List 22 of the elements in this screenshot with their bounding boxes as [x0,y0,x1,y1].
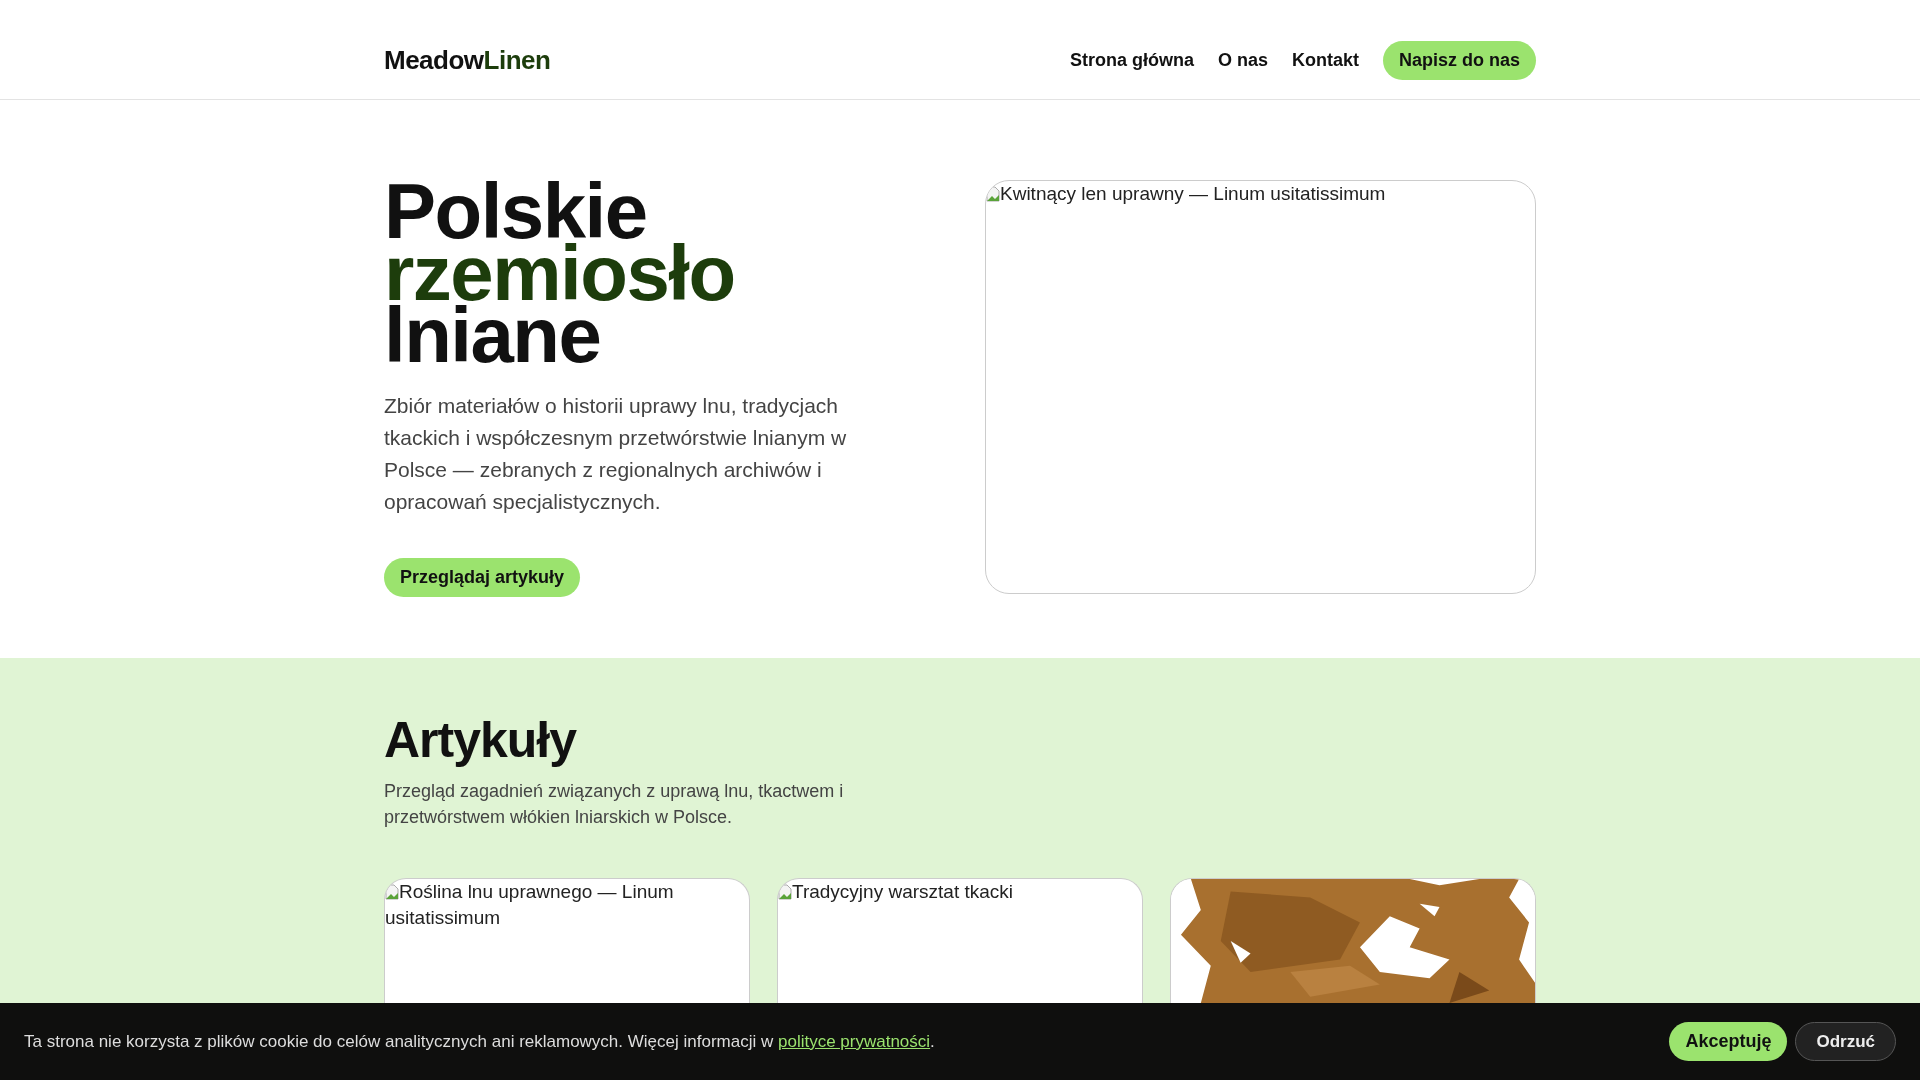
nav-link[interactable]: O nas [1217,47,1268,74]
nav-link[interactable]: Strona główna [1069,47,1194,74]
broken-image-icon [385,884,399,900]
broken-image-icon [986,186,1000,202]
image-alt-text: Roślina lnu uprawnego — Linum usitatissimum [385,880,675,930]
image-alt-text: Kwitnący len uprawny — Linum usitatissimum [986,181,1535,207]
reject-button[interactable]: Odrzuć [1795,1021,1896,1062]
logo[interactable]: MeadowLinen [384,41,551,80]
hero-description: Zbiór materiałów o historii uprawy lnu, tradycjach tkackich i współczesnym przetwórstwie lnianym w Polsce — zebranych z regionalnych archiwów i opracowań specjalistycznych. [384,393,848,515]
accept-button[interactable]: Akceptuję [1669,1021,1788,1062]
browse-articles-button[interactable]: Przeglądaj artykuły [384,558,581,597]
broken-image-icon [778,884,792,900]
contact-button[interactable]: Napisz do nas [1382,41,1536,80]
privacy-policy-link[interactable]: polityce prywatności [777,1031,931,1051]
image-alt-text: Tradycyjny warsztat tkacki [778,879,1142,905]
article-card[interactable]: Tradycyjny warsztat tkacki [777,878,1143,1003]
nav-link[interactable]: Kontakt [1291,47,1359,74]
section-description: Przegląd zagadnień związanych z uprawą lnu, tkactwem i przetwórstwem włókien lniarskich w Polsce. [384,780,845,829]
hero-title: Polskie rzemiosło lniane [384,180,736,366]
section-title: Artykuły [384,711,578,770]
cookie-notice-text: Ta strona nie korzysta z plików cookie do celów analitycznych ani reklamowych. Więcej informacji w polityce prywatności. [24,1030,935,1053]
article-card[interactable]: Roślina lnu uprawnego — Linum usitatissimum [384,878,750,1003]
